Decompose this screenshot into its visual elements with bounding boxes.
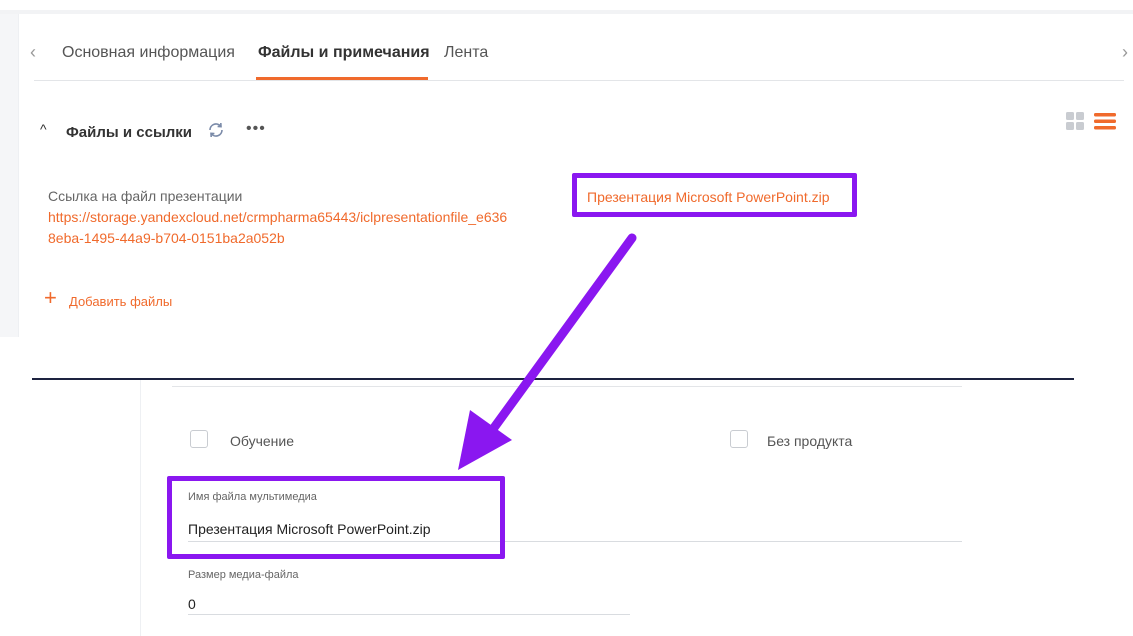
- plus-icon[interactable]: +: [44, 287, 57, 309]
- tab-feed[interactable]: Лента: [444, 44, 488, 62]
- training-checkbox[interactable]: [190, 430, 208, 448]
- media-size-underline: [188, 614, 630, 615]
- left-gutter: [0, 14, 18, 337]
- chevron-left-icon[interactable]: ‹: [30, 42, 36, 63]
- collapse-caret-icon[interactable]: ^: [40, 121, 47, 137]
- more-options-icon[interactable]: •••: [246, 120, 266, 138]
- no-product-label: Без продукта: [767, 433, 853, 449]
- tabs-divider: [34, 80, 1124, 81]
- tab-files-notes[interactable]: Файлы и примечания: [258, 44, 430, 62]
- grid-view-icon[interactable]: [1066, 112, 1084, 130]
- add-files-button[interactable]: Добавить файлы: [69, 294, 172, 309]
- media-size-label: Размер медиа-файла: [188, 569, 299, 581]
- highlight-box-media-name: [167, 476, 505, 559]
- highlight-box-attachment: [572, 173, 857, 217]
- chevron-right-icon[interactable]: ›: [1122, 42, 1128, 63]
- media-size-field[interactable]: 0: [188, 596, 196, 612]
- section-title: Файлы и ссылки: [66, 124, 193, 141]
- no-product-checkbox[interactable]: [730, 430, 748, 448]
- tab-main-info[interactable]: Основная информация: [62, 44, 235, 62]
- presentation-link-url[interactable]: https://storage.yandexcloud.net/crmpharm…: [48, 209, 507, 225]
- training-label: Обучение: [230, 433, 295, 449]
- form-top-border: [172, 386, 962, 387]
- presentation-link-label: Ссылка на файл презентации: [48, 188, 243, 204]
- refresh-icon[interactable]: [206, 120, 226, 140]
- presentation-link-url-continued[interactable]: 8eba-1495-44a9-b704-0151ba2a052b: [48, 230, 285, 246]
- list-view-icon[interactable]: [1094, 112, 1116, 130]
